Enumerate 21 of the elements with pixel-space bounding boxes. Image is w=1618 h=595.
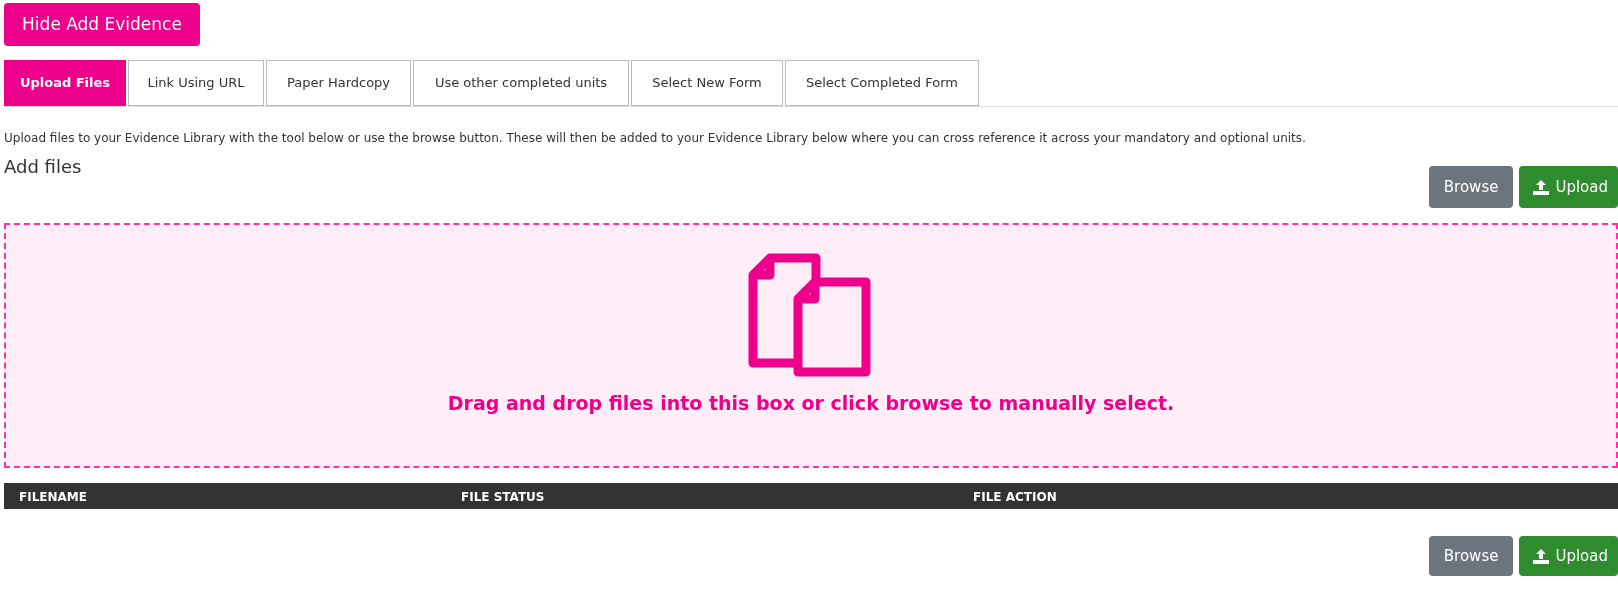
section-heading: Add files [4,155,83,179]
upload-icon [1533,179,1550,195]
column-header: FILENAME [19,490,87,504]
browse-button[interactable]: Browse [1428,536,1514,576]
upload-button[interactable]: Upload [1519,166,1618,208]
hide-evidence-button[interactable]: Hide Add Evidence [4,3,200,46]
tab[interactable]: Select Completed Form [785,60,979,106]
column-header: FILE STATUS [461,490,545,504]
tab[interactable]: Use other completed units [413,60,629,106]
column-header: FILE ACTION [973,490,1057,504]
tab[interactable]: Link Using URL [128,60,264,106]
tab[interactable]: Upload Files [4,60,126,106]
description-text: Upload files to your Evidence Library with the tool below or use the browse button. These will then be added to your Evidence Library below where you can cross reference it across your mandatory and optional units. [4,130,1307,147]
upload-icon [1533,548,1550,564]
tab[interactable]: Select New Form [631,60,783,106]
drop-instruction: Drag and drop files into this box or click browse to manually select. [447,391,1175,416]
browse-button[interactable]: Browse [1428,166,1514,208]
tab[interactable]: Paper Hardcopy [266,60,411,106]
drop-zone[interactable]: Drag and drop files into this box or click browse to manually select. [4,223,1618,468]
files-icon [748,253,874,377]
upload-button[interactable]: Upload [1519,536,1618,576]
